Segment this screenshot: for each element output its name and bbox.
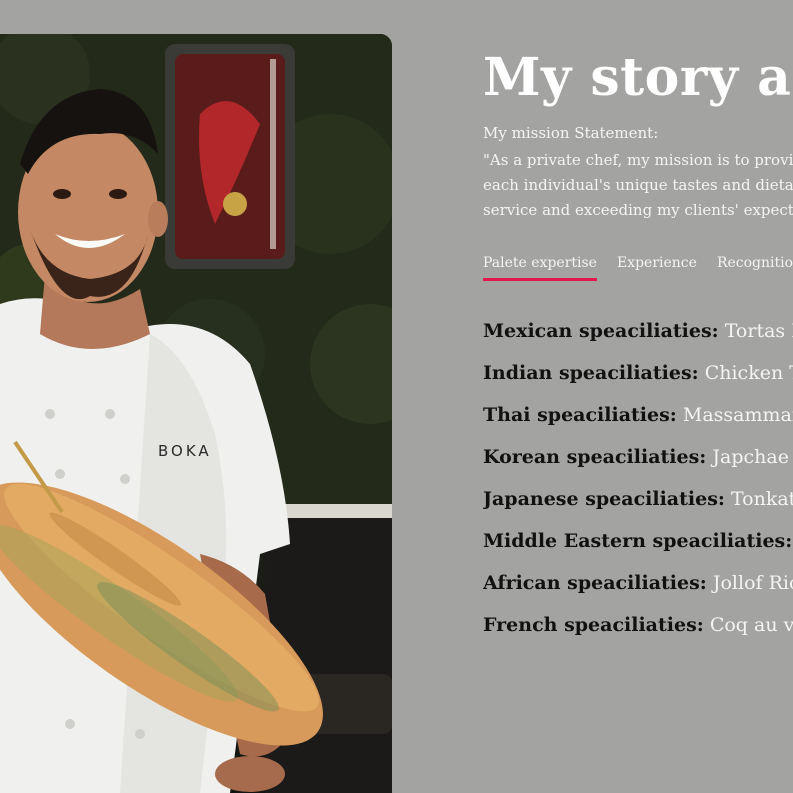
tab-bar: Palete expertise Experience Recognitions (483, 252, 793, 281)
cuisine-label: Thai speaciliaties: (483, 404, 677, 426)
page: BOKA My story a My mission Statement: "A… (0, 0, 793, 793)
cuisine-label: Korean speaciliaties: (483, 446, 707, 468)
dishes-text: Jollof Rice (712, 572, 793, 594)
list-item: African speaciliaties: Jollof Rice (483, 568, 793, 610)
tab-experience[interactable]: Experience (617, 252, 697, 281)
tab-recognitions[interactable]: Recognitions (717, 252, 793, 281)
list-item: Korean speaciliaties: Japchae (g (483, 442, 793, 484)
cuisine-label: African speaciliaties: (483, 572, 707, 594)
mission-line: "As a private chef, my mission is to pro… (483, 151, 793, 169)
story-content: My story and My mission Statement: "As a… (483, 0, 793, 793)
svg-text:BOKA: BOKA (158, 442, 212, 460)
mission-statement: "As a private chef, my mission is to pro… (483, 148, 793, 223)
list-item: Middle Eastern speaciliaties: M (483, 526, 793, 568)
cuisine-label: Middle Eastern speaciliaties: (483, 530, 793, 552)
tab-palete-expertise[interactable]: Palete expertise (483, 252, 597, 281)
page-title: My story and (483, 47, 793, 108)
cuisine-label: French speaciliaties: (483, 614, 704, 636)
list-item: Japanese speaciliaties: Tonkatsu (483, 484, 793, 526)
cuisine-label: Japanese speaciliaties: (483, 488, 725, 510)
list-item: Thai speaciliaties: Massamman (483, 400, 793, 442)
mission-line: each individual's unique tastes and diet… (483, 176, 793, 194)
dishes-text: Coq au vin (709, 614, 793, 636)
list-item: Mexican speaciliaties: Tortas H (483, 316, 793, 358)
dishes-text: Tonkatsu (730, 488, 793, 510)
mission-label: My mission Statement: (483, 124, 659, 142)
dishes-text: Massamman (682, 404, 793, 426)
dishes-text: Chicken Ti (704, 362, 793, 384)
list-item: French speaciliaties: Coq au vin (483, 610, 793, 652)
dishes-text: Tortas H (724, 320, 793, 342)
mission-line: service and exceeding my clients' expect… (483, 201, 793, 219)
speciality-list: Mexican speaciliaties: Tortas H Indian s… (483, 316, 793, 652)
cuisine-label: Indian speaciliaties: (483, 362, 699, 384)
list-item: Indian speaciliaties: Chicken Ti (483, 358, 793, 400)
dishes-text: Japchae (g (712, 446, 793, 468)
chef-photo: BOKA (0, 34, 392, 793)
cuisine-label: Mexican speaciliaties: (483, 320, 719, 342)
